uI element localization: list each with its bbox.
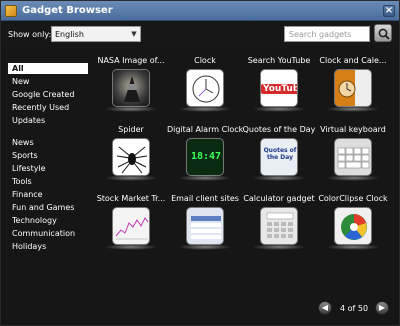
alarm-clock-thumbnail: 18:47 — [186, 138, 224, 176]
pagination-bar: ◀ 4 of 50 ▶ — [1, 297, 399, 325]
sidebar-item-finance[interactable]: Finance — [8, 189, 88, 200]
sidebar-item-technology[interactable]: Technology — [8, 215, 88, 226]
search-input[interactable]: Search gadgets — [284, 26, 370, 42]
thumb-reflection — [252, 244, 306, 250]
gadget-nasa-image[interactable]: NASA Image of... — [93, 56, 169, 112]
nasa-thumbnail — [112, 69, 150, 107]
thumb-reflection — [104, 175, 158, 181]
close-icon: × — [384, 5, 394, 16]
thumb-reflection — [326, 106, 380, 112]
sidebar-item-communication[interactable]: Communication — [8, 228, 88, 239]
show-only-label: Show only: — [8, 30, 52, 39]
chevron-left-icon: ◀ — [321, 303, 329, 312]
thumb-reflection — [104, 244, 158, 250]
gadget-spider[interactable]: Spider — [93, 125, 169, 181]
clock-thumbnail — [186, 69, 224, 107]
youtube-logo-text: YouTube — [261, 84, 297, 94]
quotes-thumb-text: Quotes of the Day — [263, 147, 297, 161]
previous-page-button[interactable]: ◀ — [318, 301, 332, 315]
title-bar[interactable]: Gadget Browser × — [1, 1, 399, 21]
sidebar-item-all[interactable]: All — [8, 63, 88, 74]
next-page-button[interactable]: ▶ — [375, 301, 389, 315]
gadget-label: Clock — [194, 56, 216, 65]
calculator-thumbnail — [260, 207, 298, 245]
gadget-clock[interactable]: Clock — [167, 56, 243, 112]
stock-thumbnail — [112, 207, 150, 245]
gadget-digital-alarm-clock[interactable]: Digital Alarm Clock 18:47 — [167, 125, 243, 181]
sidebar-item-updates[interactable]: Updates — [8, 115, 88, 126]
gadget-clock-and-calendar[interactable]: Clock and Cale... — [315, 56, 391, 112]
gadget-label: NASA Image of... — [97, 56, 165, 65]
clock-calendar-thumbnail — [334, 69, 372, 107]
app-icon — [5, 5, 17, 17]
gadget-label: Digital Alarm Clock — [167, 125, 243, 134]
email-thumbnail — [186, 207, 224, 245]
chevron-down-icon: ▼ — [131, 30, 137, 38]
language-value: English — [55, 30, 84, 39]
gadget-label: ColorClipse Clock — [318, 194, 388, 203]
gadget-label: Spider — [118, 125, 144, 134]
window-title: Gadget Browser — [22, 5, 113, 16]
toolbar: Show only: English ▼ Search gadgets — [1, 21, 399, 49]
sidebar-item-tools[interactable]: Tools — [8, 176, 88, 187]
spider-thumbnail — [112, 138, 150, 176]
gadget-label: Stock Market Tr... — [96, 194, 166, 203]
gadget-label: Quotes of the Day — [242, 125, 316, 134]
gadget-colorclipse-clock[interactable]: ColorClipse Clock — [315, 194, 391, 250]
sidebar-item-new[interactable]: New — [8, 76, 88, 87]
sidebar-item-sports[interactable]: Sports — [8, 150, 88, 161]
sidebar-item-google-created[interactable]: Google Created — [8, 89, 88, 100]
sidebar-item-recently-used[interactable]: Recently Used — [8, 102, 88, 113]
sidebar-item-news[interactable]: News — [8, 137, 88, 148]
thumb-reflection — [178, 244, 232, 250]
colorclipse-thumbnail — [334, 207, 372, 245]
thumb-reflection — [326, 244, 380, 250]
close-button[interactable]: × — [383, 5, 395, 17]
thumb-reflection — [104, 106, 158, 112]
search-icon — [378, 28, 390, 40]
gadget-quotes-of-the-day[interactable]: Quotes of the Day Quotes of the Day — [241, 125, 317, 181]
gadget-label: Clock and Cale... — [319, 56, 387, 65]
gadget-calculator[interactable]: Calculator gadget — [241, 194, 317, 250]
thumb-reflection — [252, 106, 306, 112]
digital-time: 18:47 — [190, 151, 222, 162]
keyboard-thumbnail — [334, 138, 372, 176]
gadget-browser-window: Gadget Browser × Show only: English ▼ Se… — [0, 0, 400, 326]
gadget-label: Calculator gadget — [243, 194, 315, 203]
page-indicator: 4 of 50 — [340, 304, 369, 313]
thumb-reflection — [178, 175, 232, 181]
gadget-label: Search YouTube — [247, 56, 311, 65]
gadget-stock-market[interactable]: Stock Market Tr... — [93, 194, 169, 250]
gadget-label: Virtual keyboard — [320, 125, 386, 134]
search-button[interactable] — [374, 24, 392, 42]
gadget-label: Email client sites — [171, 194, 239, 203]
youtube-thumbnail: YouTube — [260, 69, 298, 107]
language-select[interactable]: English ▼ — [51, 26, 141, 42]
thumb-reflection — [178, 106, 232, 112]
chevron-right-icon: ▶ — [378, 303, 386, 312]
gadget-virtual-keyboard[interactable]: Virtual keyboard — [315, 125, 391, 181]
sidebar-item-fun-and-games[interactable]: Fun and Games — [8, 202, 88, 213]
sidebar-item-lifestyle[interactable]: Lifestyle — [8, 163, 88, 174]
thumb-reflection — [252, 175, 306, 181]
sidebar-item-holidays[interactable]: Holidays — [8, 241, 88, 252]
gadget-search-youtube[interactable]: Search YouTube YouTube — [241, 56, 317, 112]
gadget-email-client-sites[interactable]: Email client sites — [167, 194, 243, 250]
quotes-thumbnail: Quotes of the Day — [260, 138, 298, 176]
thumb-reflection — [326, 175, 380, 181]
